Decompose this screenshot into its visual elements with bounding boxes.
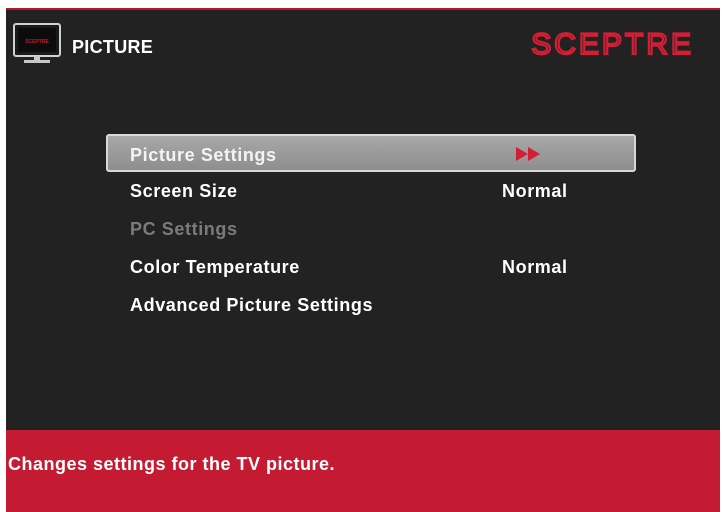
menu-item-pc-settings: PC Settings	[106, 210, 636, 248]
tv-menu-screen: SCEPTRE PICTURE SCEPTRE Picture Settings…	[6, 8, 720, 512]
brand-logo-text: SCEPTRE	[531, 28, 694, 60]
menu-item-value: Normal	[502, 257, 568, 277]
menu-item-value: Normal	[502, 181, 568, 201]
menu-item-label: Screen Size	[130, 181, 238, 201]
menu-item-label: Color Temperature	[130, 257, 300, 277]
menu-item-label: PC Settings	[130, 219, 238, 239]
tv-icon: SCEPTRE	[13, 23, 61, 63]
menu-item-picture-settings[interactable]: Picture Settings	[106, 134, 636, 172]
menu-item-advanced-picture-settings[interactable]: Advanced Picture Settings	[106, 286, 636, 324]
double-arrow-right-icon	[516, 147, 540, 161]
page-title: PICTURE	[72, 37, 154, 57]
picture-menu: Picture Settings Screen Size Normal PC S…	[106, 134, 636, 324]
help-bar: Changes settings for the TV picture.	[6, 430, 720, 512]
menu-item-label: Advanced Picture Settings	[130, 295, 374, 315]
menu-header: SCEPTRE PICTURE SCEPTRE	[6, 10, 720, 80]
menu-item-screen-size[interactable]: Screen Size Normal	[106, 172, 636, 210]
help-text: Changes settings for the TV picture.	[8, 454, 336, 474]
menu-item-label: Picture Settings	[130, 145, 277, 165]
sceptre-logo: SCEPTRE	[530, 27, 694, 60]
tv-icon-screen-text: SCEPTRE	[25, 39, 49, 45]
menu-item-color-temperature[interactable]: Color Temperature Normal	[106, 248, 636, 286]
